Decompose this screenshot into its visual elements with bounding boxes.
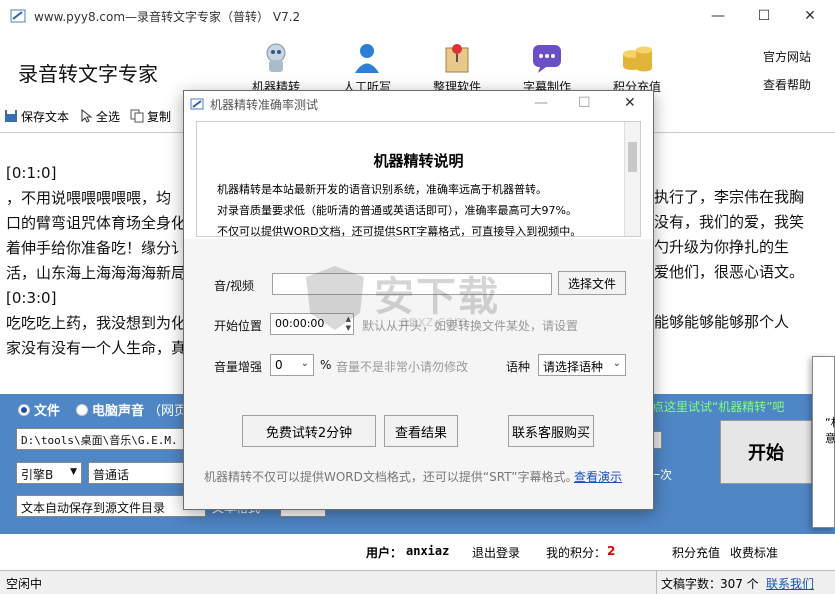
watermark: 安下载 anxz.com	[300, 258, 530, 338]
view-result-button[interactable]: 查看结果	[384, 415, 458, 447]
description-text: 对录音质量要求低（能听清的普通或英语话即可），准确率最高可大97%。	[217, 204, 577, 217]
chevron-down-icon: ⌄	[612, 358, 621, 369]
language-value: 请选择语种	[543, 360, 604, 374]
person-icon	[350, 42, 384, 74]
transcript-line	[654, 285, 804, 310]
word-count-label: 文稿字数：	[661, 577, 722, 591]
maximize-button[interactable]: ☐	[741, 0, 787, 32]
pin-icon	[440, 42, 474, 74]
points-label: 我的积分：	[546, 546, 607, 560]
radio-dot	[76, 403, 88, 416]
engine-value: 引擎B	[21, 468, 54, 482]
volume-hint: 音量不是非常小请勿修改	[336, 360, 469, 374]
points-value: 2	[607, 544, 616, 558]
language-field[interactable]: 普通话	[88, 462, 184, 484]
transcript-line: 能够能够能够那个人	[654, 313, 790, 331]
copy-button[interactable]: 复制	[130, 108, 171, 125]
contact-link[interactable]: 联系我们	[766, 575, 814, 592]
logout-link[interactable]: 退出登录	[472, 544, 520, 561]
chevron-down-icon: ▼	[70, 467, 77, 477]
radio-file-label: 文件	[34, 404, 61, 419]
description-box[interactable]: 机器精转说明 机器精转是本站最新开发的语音识别系统，准确率远高于机器普转。 对录…	[196, 121, 641, 237]
transcript-line: 勺升级为你挣扎的生	[654, 238, 790, 256]
volume-label: 音量增强	[214, 360, 263, 374]
radio-computer-sound[interactable]: 电脑声音 （网页	[76, 400, 187, 419]
app-icon	[10, 9, 26, 23]
status-bar: 空闲中 文稿字数： 307 个 联系我们	[0, 570, 835, 594]
description-heading: 机器精转说明	[373, 152, 464, 170]
select-all-button[interactable]: 全选	[79, 108, 120, 125]
transcript-line: 爱他们，很恶心语文。	[654, 263, 805, 281]
edge-popup-text: 意	[825, 432, 835, 445]
close-button[interactable]: ✕	[787, 0, 833, 32]
start-position-label: 开始位置	[214, 319, 263, 333]
radio-computer-label: 电脑声音	[92, 404, 145, 419]
copy-icon	[130, 109, 144, 123]
radio-web-label: （网页	[148, 404, 188, 419]
watermark-sub: anxz.com	[400, 314, 468, 330]
cursor-icon	[81, 109, 93, 123]
user-label: 用户：	[366, 546, 403, 560]
volume-value: 0	[275, 358, 283, 372]
dialog-minimize-button[interactable]: —	[534, 95, 548, 111]
autosave-select[interactable]: 文本自动保存到源文件目录	[16, 495, 206, 517]
view-demo-link[interactable]: 查看演示	[574, 468, 622, 485]
save-icon	[5, 110, 17, 122]
audio-label: 音/视频	[214, 279, 255, 293]
status-text: 空闲中	[6, 577, 43, 591]
chevron-down-icon: ⌄	[300, 358, 309, 369]
description-text: 机器精转是本站最新开发的语音识别系统，准确率远高于机器普转。	[217, 183, 547, 196]
free-trial-button[interactable]: 免费试转2分钟	[242, 415, 376, 447]
start-button[interactable]: 开始	[720, 420, 812, 484]
radio-dot	[18, 403, 30, 416]
volume-unit: %	[320, 358, 332, 372]
user-name: anxiaz	[406, 544, 450, 558]
word-count-value: 307 个	[720, 577, 759, 591]
language-label: 语种	[506, 360, 531, 374]
brand-title: 录音转文字专家	[18, 62, 158, 86]
coins-icon	[620, 42, 654, 74]
dialog-maximize-button[interactable]: ☐	[578, 95, 591, 111]
try-machine-link[interactable]: 点这里试试“机器精转”吧	[652, 398, 784, 415]
tool-manual-dictation[interactable]: 人工听写	[327, 42, 407, 95]
tool-machine-transcribe[interactable]: 机器精转	[236, 42, 316, 95]
status-divider	[656, 571, 657, 594]
shield-icon	[306, 266, 364, 330]
tool-subtitle-making[interactable]: 字幕制作	[507, 42, 587, 95]
dialog-footer-text: 机器精转不仅可以提供WORD文档格式，还可以提供“SRT”字幕格式。	[204, 470, 578, 484]
robot-icon	[259, 42, 293, 74]
window-title: www.pyy8.com—录音转文字专家（普转） V7.2	[34, 9, 301, 24]
transcript-right-column: 执行了，李宗伟在我胸 没有，我们的爱，我笑 勺升级为你挣扎的生 爱他们，很恶心语…	[654, 185, 804, 335]
recharge-link[interactable]: 积分充值	[672, 544, 720, 561]
save-text-button[interactable]: 保存文本	[4, 108, 69, 125]
official-site-link[interactable]: 官方网站	[763, 48, 811, 65]
select-all-label: 全选	[96, 109, 121, 124]
description-scrollbar[interactable]	[624, 122, 640, 236]
description-text: 不仅可以提供WORD文档，还可提供SRT字幕格式，可直接导入到视频中。	[217, 225, 582, 237]
save-text-label: 保存文本	[21, 109, 70, 124]
transcript-line: 没有，我们的爱，我笑	[654, 213, 805, 231]
radio-file[interactable]: 文件	[18, 400, 60, 419]
engine-select[interactable]: 引擎B ▼	[16, 462, 82, 484]
dialog-close-button[interactable]: ✕	[624, 95, 636, 111]
fee-standard-link[interactable]: 收费标准	[730, 544, 778, 561]
copy-label: 复制	[147, 109, 172, 124]
edge-popup-text: “村	[825, 416, 835, 429]
dialog-title: 机器精转准确率测试	[210, 97, 319, 112]
contact-service-button[interactable]: 联系客服购买	[508, 415, 594, 447]
transcript-line: 执行了，李宗伟在我胸	[654, 188, 805, 206]
language-select[interactable]: 请选择语种 ⌄	[538, 354, 626, 376]
volume-select[interactable]: 0 ⌄	[270, 354, 314, 376]
app-icon	[190, 98, 204, 110]
choose-file-button[interactable]: 选择文件	[558, 271, 626, 295]
help-link[interactable]: 查看帮助	[763, 76, 811, 93]
edge-popup: “村 意	[812, 356, 835, 528]
tool-recharge[interactable]: 积分充值	[597, 42, 677, 95]
scroll-thumb[interactable]	[628, 142, 637, 172]
minimize-button[interactable]: —	[695, 0, 741, 32]
chat-icon	[530, 42, 564, 74]
tool-organize-software[interactable]: 整理软件	[417, 42, 497, 95]
